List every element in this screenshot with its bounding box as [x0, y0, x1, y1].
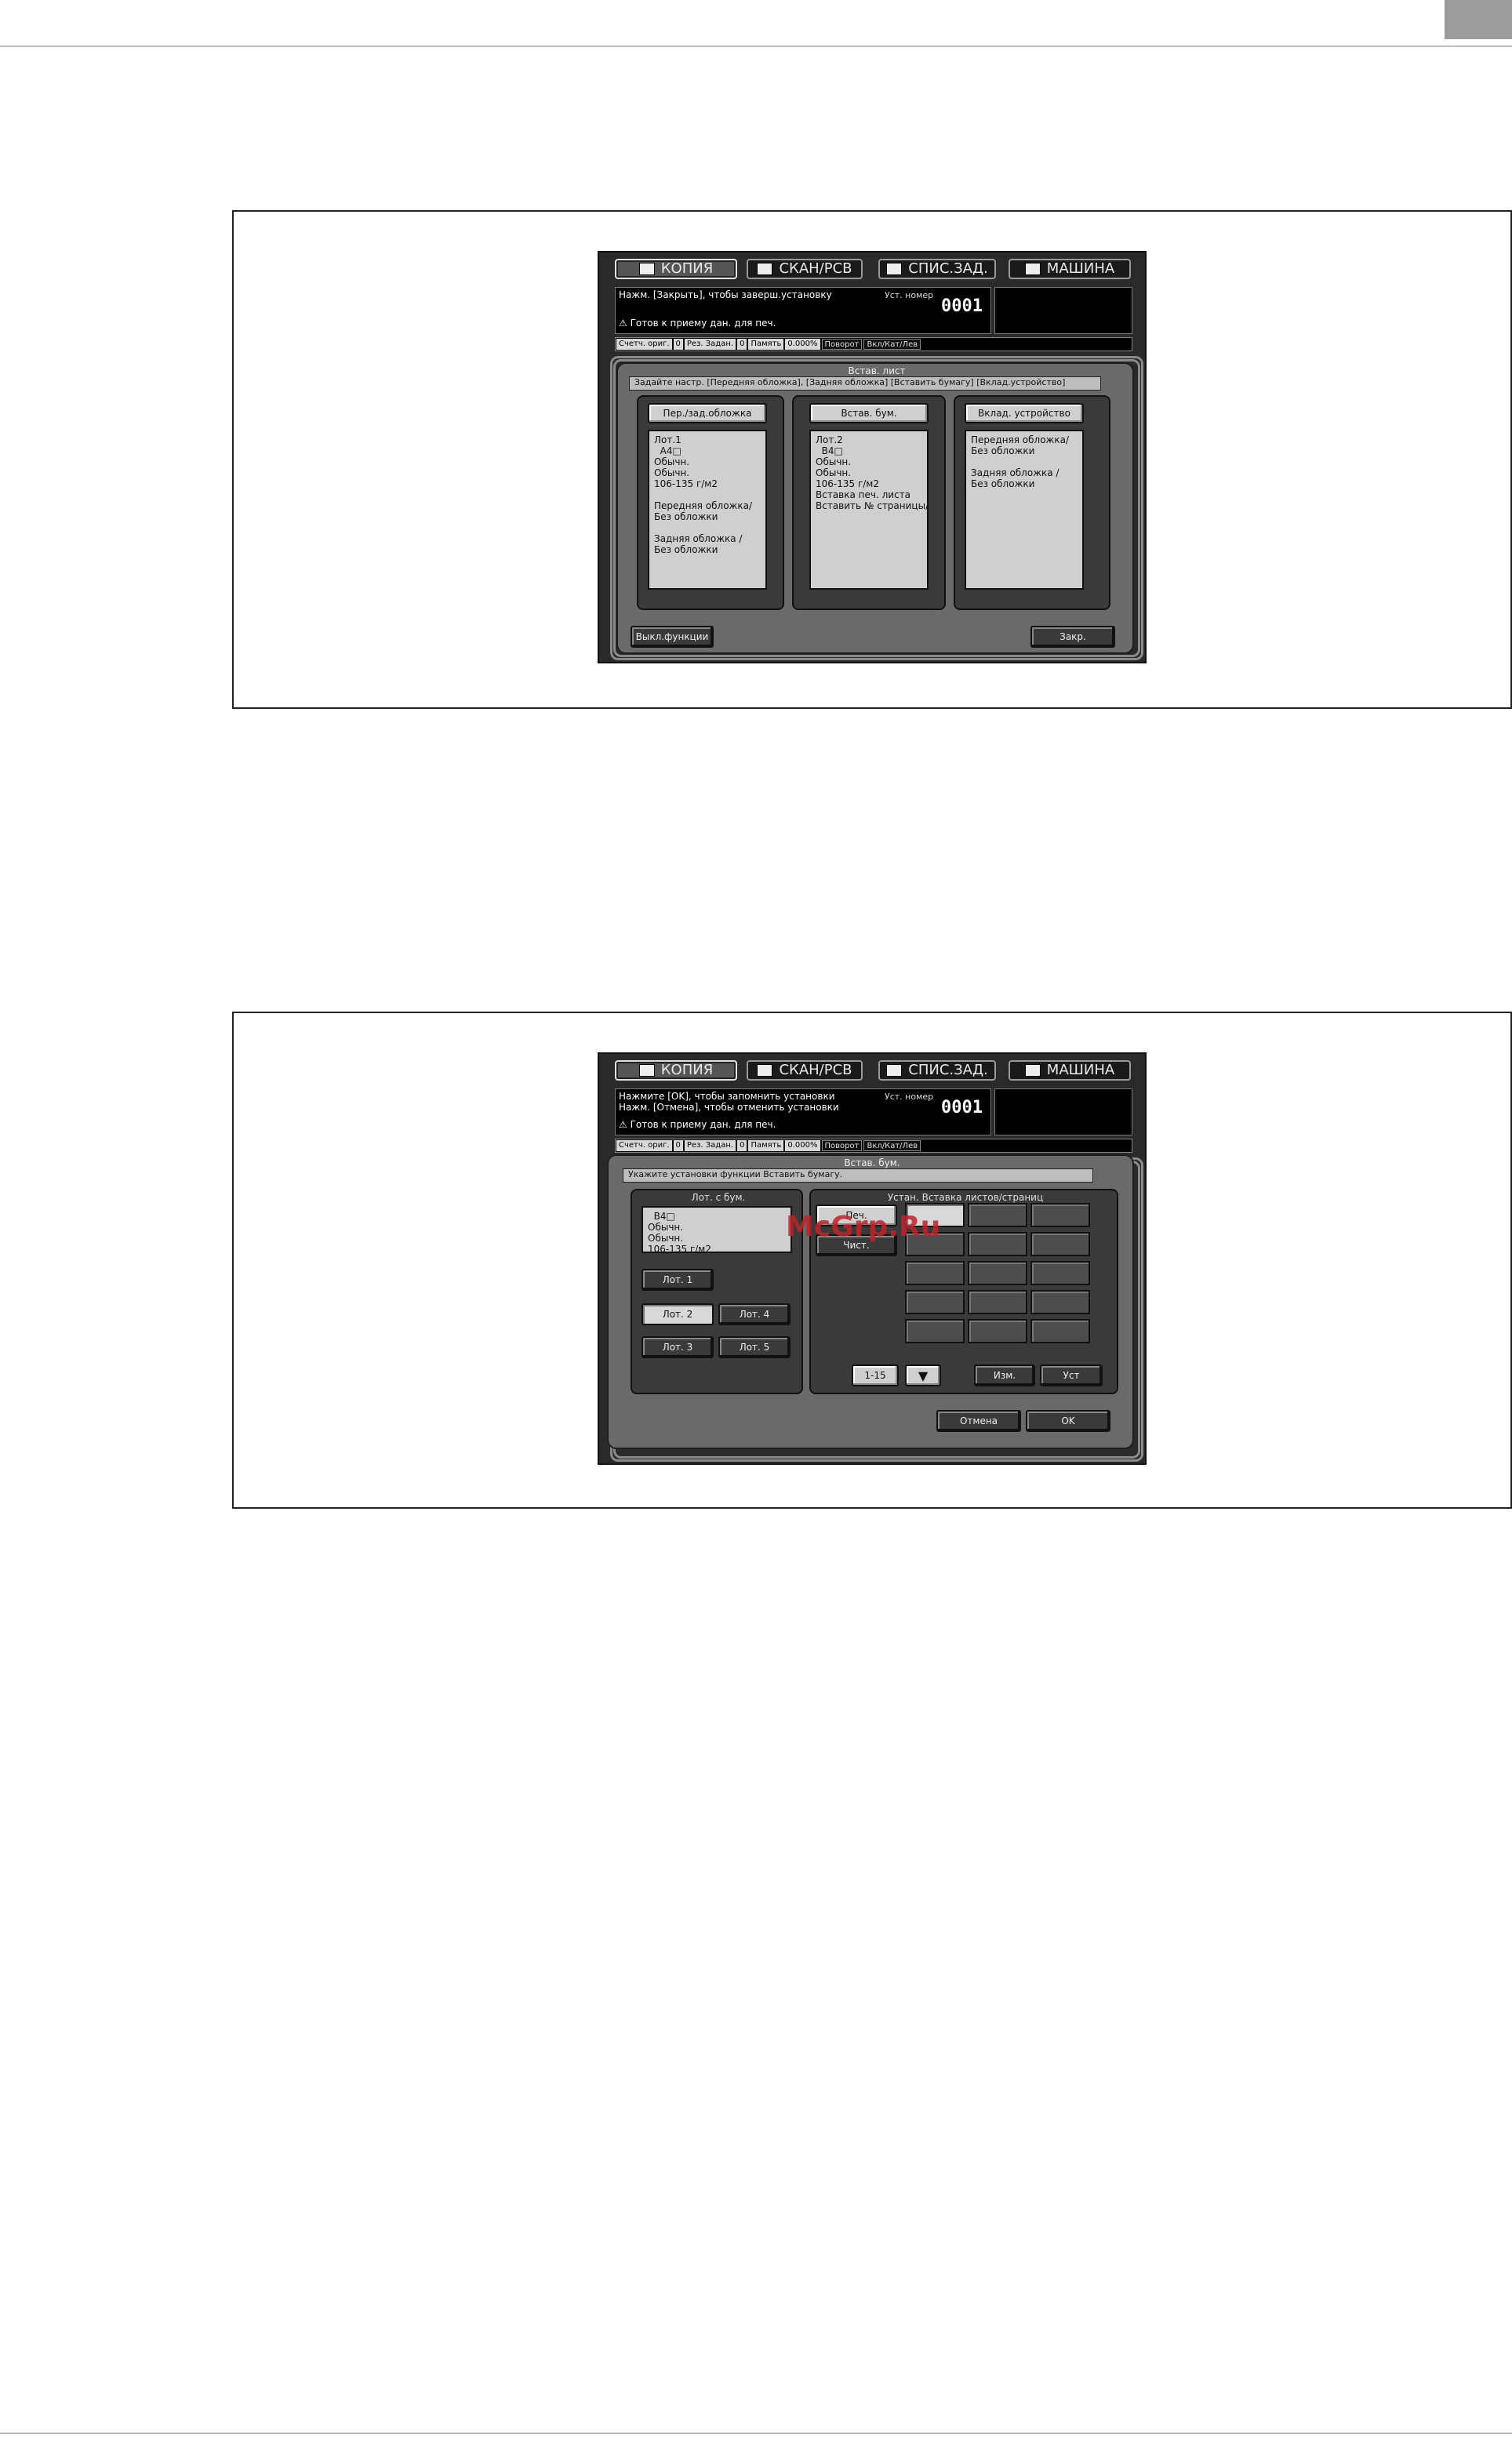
tab-job-list[interactable]: СПИС.ЗАД.: [878, 259, 996, 279]
instruction-strip: Задайте настр. [Передняя обложка], [Задн…: [629, 376, 1101, 391]
status-bar: Счетч. ориг. 0 Рез. Задан. 0 Память 0.00…: [615, 1139, 1132, 1153]
insert-paper-panel: Встав. бум. Укажите установки функции Вс…: [607, 1154, 1134, 1449]
page-cell[interactable]: [968, 1203, 1027, 1227]
page-range-label: 1-15: [852, 1364, 899, 1386]
panel-title: Встав. лист: [848, 365, 906, 376]
set-number-value: 0001: [941, 296, 983, 316]
tray-section-title: Лот. с бум.: [691, 1192, 746, 1203]
page-cell[interactable]: [968, 1319, 1027, 1343]
set-button[interactable]: Уст: [1040, 1364, 1103, 1386]
tab-machine[interactable]: МАШИНА: [1009, 1060, 1131, 1081]
column-covers: Пер./зад.обложка Лот.1 A4□ Обычн. Обычн.…: [637, 395, 784, 610]
column-inserter: Вклад. устройство Передняя обложка/ Без …: [954, 395, 1110, 610]
tab-job-list[interactable]: СПИС.ЗАД.: [878, 1060, 996, 1081]
watermark: McGrp.Ru: [786, 1211, 941, 1243]
tray-2-button[interactable]: Лот. 2: [642, 1303, 714, 1325]
page-cell[interactable]: [1030, 1232, 1090, 1256]
insert-paper-summary: Лот.2 B4□ Обычн. Обычн. 106-135 г/м2 Вст…: [809, 430, 929, 590]
edit-button[interactable]: Изм.: [974, 1364, 1035, 1386]
page-cell[interactable]: [1030, 1290, 1090, 1314]
message-area: Нажмите [OK], чтобы запомнить установки …: [615, 1088, 991, 1135]
message-right: [994, 287, 1132, 334]
function-off-button[interactable]: Выкл.функции: [631, 626, 714, 648]
scroll-down-button[interactable]: ▼: [905, 1364, 941, 1386]
tray-section: Лот. с бум. B4□ Обычн. Обычн. 106-135 г/…: [631, 1189, 803, 1394]
paper-info: B4□ Обычн. Обычн. 106-135 г/м2: [642, 1206, 792, 1253]
machine-icon: [1024, 1064, 1041, 1077]
insert-paper-button[interactable]: Встав. бум.: [809, 403, 929, 423]
tab-machine[interactable]: МАШИНА: [1009, 259, 1131, 279]
insert-sheet-panel: Встав. лист Задайте настр. [Передняя обл…: [616, 362, 1134, 654]
list-icon: [886, 1064, 903, 1077]
down-arrow-icon: ▼: [918, 1368, 929, 1383]
machine-icon: [1024, 263, 1041, 275]
set-number-label: Уст. номер: [885, 290, 934, 300]
inserter-button[interactable]: Вклад. устройство: [965, 403, 1084, 423]
screen-2: КОПИЯ СКАН/РСВ СПИС.ЗАД. МАШИНА Нажмите …: [598, 1052, 1147, 1465]
warning-icon: ⚠: [619, 1119, 627, 1130]
tab-copy[interactable]: КОПИЯ: [615, 1060, 737, 1081]
instruction-strip: Укажите установки функции Вставить бумаг…: [623, 1168, 1093, 1183]
tab-copy[interactable]: КОПИЯ: [615, 259, 737, 279]
tray-4-button[interactable]: Лот. 4: [718, 1303, 791, 1325]
message-area: Нажм. [Закрыть], чтобы заверш.установку …: [615, 287, 991, 334]
message-right: [994, 1088, 1132, 1135]
page-cell[interactable]: [968, 1290, 1027, 1314]
column-insert-paper: Встав. бум. Лот.2 B4□ Обычн. Обычн. 106-…: [792, 395, 946, 610]
list-icon: [886, 263, 903, 275]
tab-scan[interactable]: СКАН/РСВ: [747, 259, 863, 279]
tab-scan[interactable]: СКАН/РСВ: [747, 1060, 863, 1081]
screen-1: КОПИЯ СКАН/РСВ СПИС.ЗАД. МАШИНА Нажм. [З…: [598, 251, 1147, 663]
top-rule: [0, 45, 1512, 47]
ok-button[interactable]: OK: [1026, 1410, 1110, 1432]
page-setting-title: Устан. Вставка листов/страниц: [887, 1192, 1044, 1203]
set-number-label: Уст. номер: [885, 1092, 934, 1102]
page-cell[interactable]: [905, 1319, 965, 1343]
cover-settings-summary: Лот.1 A4□ Обычн. Обычн. 106-135 г/м2 Пер…: [648, 430, 767, 590]
page-cell[interactable]: [968, 1261, 1027, 1285]
close-button[interactable]: Закр.: [1030, 626, 1115, 648]
set-number-value: 0001: [941, 1098, 983, 1117]
panel-title: Встав. бум.: [844, 1157, 900, 1168]
inserter-summary: Передняя обложка/ Без обложки Задняя обл…: [965, 430, 1084, 590]
page-cell[interactable]: [905, 1261, 965, 1285]
tray-3-button[interactable]: Лот. 3: [642, 1336, 714, 1358]
page-cell[interactable]: [1030, 1203, 1090, 1227]
cover-settings-button[interactable]: Пер./зад.обложка: [648, 403, 767, 423]
tray-5-button[interactable]: Лот. 5: [718, 1336, 791, 1358]
scan-icon: [757, 1064, 773, 1077]
status-bar: Счетч. ориг. 0 Рез. Задан. 0 Память 0.00…: [615, 337, 1132, 351]
warning-icon: ⚠: [619, 318, 627, 329]
scan-icon: [757, 263, 773, 275]
page-cell[interactable]: [1030, 1319, 1090, 1343]
page-cell[interactable]: [905, 1290, 965, 1314]
copy-icon: [638, 263, 655, 275]
copy-icon: [638, 1064, 655, 1077]
cancel-button[interactable]: Отмена: [936, 1410, 1021, 1432]
tray-1-button[interactable]: Лот. 1: [642, 1269, 714, 1291]
page-cell[interactable]: [1030, 1261, 1090, 1285]
bottom-rule: [0, 2433, 1512, 2434]
corner-box: [1445, 0, 1512, 39]
page-cell[interactable]: [968, 1232, 1027, 1256]
